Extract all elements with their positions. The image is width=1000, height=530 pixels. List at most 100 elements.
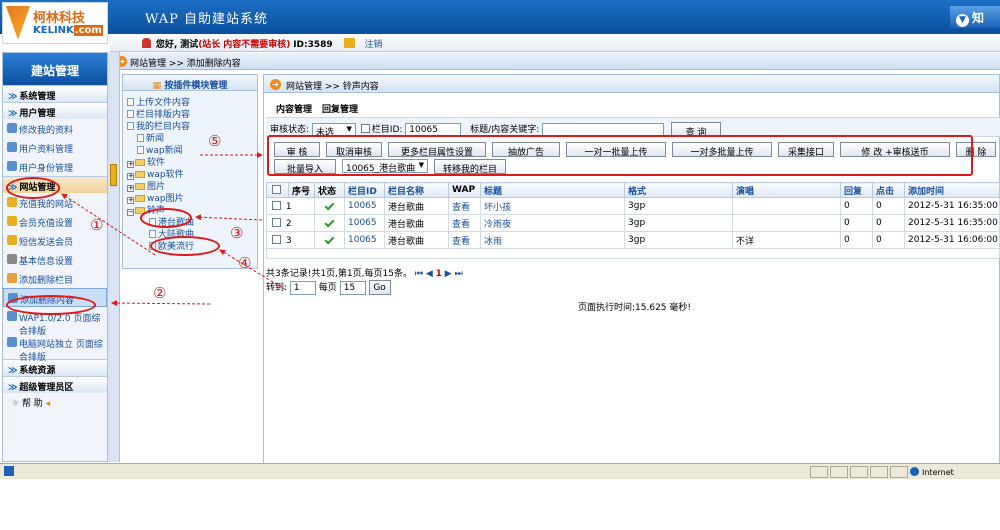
row-column-name: 港台歌曲 [384,231,449,249]
row-replies: 0 [840,197,873,215]
sidebar-section-admin[interactable]: ≫ 超级管理员区 [3,376,107,393]
annotation-ellipse-ringtone [140,208,192,228]
per-page-label: 每页 [318,283,337,293]
row-select[interactable]: 3 [266,231,315,249]
row-select[interactable]: 1 [266,197,315,215]
users-icon [7,161,17,171]
sidebar-item-user-data[interactable]: 用户资料管理 [3,138,107,157]
row-column-id[interactable]: 10065 [344,214,385,232]
row-column-name: 港台歌曲 [384,214,449,232]
tree-node-wap-images[interactable]: + wap图片 [127,191,257,204]
help-link[interactable]: ☼ 帮 助 ◂ [3,393,107,410]
tree-node-software[interactable]: + 软件 [127,155,257,168]
row-replies: 0 [840,231,873,249]
select-all-checkbox[interactable] [272,184,281,194]
row-format: 3gp [624,231,733,249]
row-singer: 不详 [732,231,841,249]
star-icon [7,197,17,207]
col-added[interactable]: 添加时间 [904,182,1000,198]
select-all-cell[interactable] [266,182,289,198]
row-checkbox[interactable] [272,217,281,227]
col-singer[interactable]: 演唱 [732,182,841,198]
user-role: (站长 [198,40,221,50]
row-singer [732,197,841,215]
gear-icon [7,254,17,264]
col-title[interactable]: 标题 [480,182,625,198]
sidebar-item-pc-layout[interactable]: 电脑网站独立 页面综合排版 [3,333,107,363]
goto-input[interactable]: 1 [289,280,316,295]
system-title: WAP 自助建站系统 [145,12,268,27]
first-page-icon[interactable]: ⏮ [415,269,423,279]
per-page-input[interactable]: 15 [339,280,366,295]
last-page-icon[interactable]: ⏭ [455,269,463,279]
main-breadcrumb: ➜ 网站管理 >> 铃声内容 [264,75,999,93]
row-format: 3gp [624,214,733,232]
logo: 柯林科技 KELINK.com [2,2,108,44]
collapse-handle[interactable] [110,164,117,186]
row-title[interactable]: 冷雨夜 [480,214,625,232]
prev-page-icon[interactable]: ◀ [426,269,433,279]
sidebar-section-users[interactable]: ≫ 用户管理 [3,102,107,119]
annotation-3: ③ [230,224,244,242]
sidebar-item-user-roles[interactable]: 用户身份管理 [3,157,107,176]
user-bar: 您好, 测试(站长 内容不需要审核) ID:3589 注销 [110,34,1000,52]
sidebar-item-columns[interactable]: 添加删除栏目 [3,269,107,288]
table-row: 1 10065 港台歌曲 查看 坏小孩 3gp 0 0 2012-5-31 16… [266,197,1000,215]
sidebar-section-system[interactable]: ≫ 系统管理 [3,85,107,102]
row-title[interactable]: 冰雨 [480,231,625,249]
row-view-link[interactable]: 查看 [448,214,481,232]
row-format: 3gp [624,197,733,215]
row-title[interactable]: 坏小孩 [480,197,625,215]
column-checkbox[interactable] [360,124,370,133]
row-added: 2012-5-31 16:35:00 [904,214,1000,232]
tab-content[interactable]: 内容管理 [276,105,312,115]
top-banner: WAP 自助建站系统 ▼ 知 [0,0,1000,34]
star-icon [7,216,17,226]
tree-node-my-columns[interactable]: 我的栏目内容 [127,119,257,132]
row-singer [732,214,841,232]
row-view-link[interactable]: 查看 [448,197,481,215]
logout-icon [343,38,355,48]
col-format[interactable]: 格式 [624,182,733,198]
row-checkbox[interactable] [272,234,281,244]
sidebar-splitter[interactable] [108,52,120,462]
sidebar-item-basic-info[interactable]: 基本信息设置 [3,250,107,269]
check-icon [324,217,335,228]
status-ok [314,214,345,232]
tree-node-images[interactable]: + 图片 [127,179,257,192]
col-column-id[interactable]: 栏目ID [344,182,385,198]
col-status: 状态 [314,182,345,198]
col-clicks[interactable]: 点击 [872,182,905,198]
row-view-link[interactable]: 查看 [448,231,481,249]
grid-icon: ▦ [152,81,165,91]
tree-node-uploads[interactable]: 上传文件内容 [127,95,257,108]
keyword-label: 标题/内容关键字: [470,125,540,135]
tree-node-wap-news[interactable]: wap新闻 [127,143,257,156]
col-replies[interactable]: 回复 [840,182,873,198]
tree-node-layout[interactable]: 栏目排版内容 [127,107,257,120]
table-row-empty [266,248,1000,259]
row-column-id[interactable]: 10065 [344,197,385,215]
next-page-icon[interactable]: ▶ [445,269,452,279]
globe-icon [910,467,919,476]
status-ok [314,231,345,249]
content-tabs: 内容管理 回复管理 [276,102,368,115]
logout-link[interactable]: 注销 [365,40,383,50]
breadcrumb: ➜ 网站管理 >> 添加删除内容 [110,53,1000,70]
top-right-button[interactable]: ▼ 知 [950,6,1000,28]
tab-replies[interactable]: 回复管理 [322,105,358,115]
goto-label: 转到: [266,283,288,293]
tree-node-wap-software[interactable]: + wap软件 [127,167,257,180]
annotation-ellipse-site [6,177,60,199]
row-select[interactable]: 2 [266,214,315,232]
tree-node-news[interactable]: 新闻 [127,131,257,144]
sidebar-item-edit-profile[interactable]: 修改我的资料 [3,119,107,138]
annotation-ellipse-song [150,236,220,256]
go-button[interactable]: Go [368,280,391,295]
users-icon [7,142,17,152]
annotation-1: ① [90,216,104,234]
annotation-2: ② [153,284,167,302]
status-label: 审核状态: [270,125,310,135]
row-checkbox[interactable] [272,200,281,210]
row-column-id[interactable]: 10065 [344,231,385,249]
